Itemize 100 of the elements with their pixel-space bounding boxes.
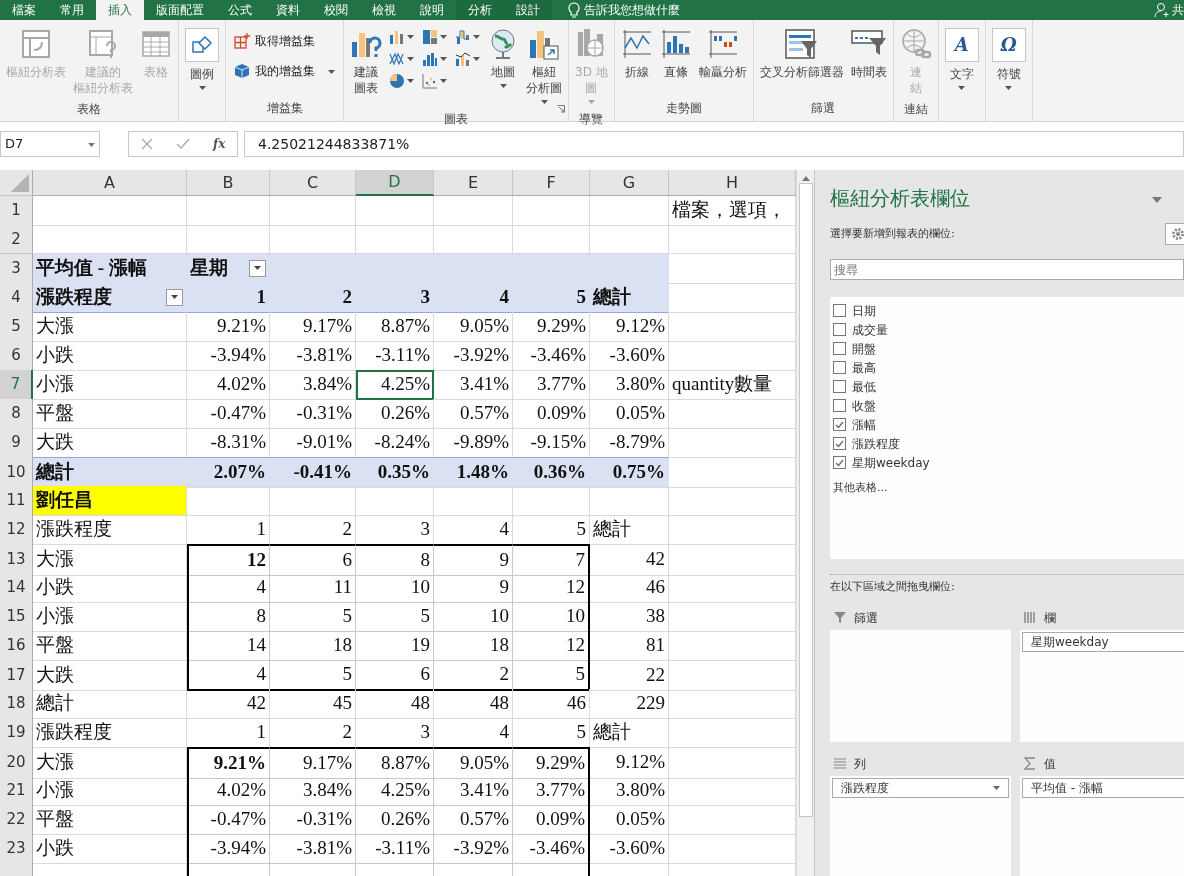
table-cell: 0.57% <box>434 805 513 835</box>
row-header[interactable]: 20 <box>0 747 33 779</box>
table-cell: -3.92% <box>434 834 513 864</box>
row-header[interactable]: 10 <box>0 457 33 488</box>
column-header[interactable]: A <box>33 170 187 196</box>
table-cell: 0.36% <box>513 457 590 488</box>
column-header[interactable]: F <box>513 170 590 196</box>
table-cell: 4.25% <box>356 370 434 400</box>
column-header[interactable]: E <box>434 170 513 196</box>
table-cell: -3.81% <box>270 341 356 371</box>
ribbon-tab[interactable]: 檔案 <box>0 0 48 20</box>
table-cell: 3.80% <box>590 776 669 806</box>
ribbon-tab[interactable]: 版面配置 <box>144 0 216 20</box>
more-tables-link[interactable]: 其他表格... <box>833 480 888 497</box>
formula-field[interactable]: 4.25021244833871% <box>244 131 1184 157</box>
area-field-button[interactable]: 平均值 - 漲幅 <box>1022 777 1184 798</box>
table-cell: 5 <box>513 515 590 545</box>
field-label[interactable]: 漲幅 <box>852 415 876 434</box>
row-header[interactable]: 4 <box>0 283 33 313</box>
field-label[interactable]: 最高 <box>852 358 876 377</box>
ribbon-button[interactable]: 直條 <box>657 26 694 82</box>
row-header[interactable]: 22 <box>0 805 33 835</box>
row-header[interactable]: 23 <box>0 834 33 864</box>
table-cell: 4 <box>434 718 513 748</box>
row-header[interactable]: 17 <box>0 660 33 691</box>
row-header[interactable]: 18 <box>0 689 33 719</box>
ribbon-button[interactable]: 時間表 <box>848 26 889 82</box>
field-label[interactable]: 漲跌程度 <box>852 434 900 453</box>
area-field-button[interactable]: 星期weekday <box>1022 631 1184 652</box>
ribbon-button[interactable]: A 文字 <box>942 26 981 94</box>
table-cell: 3.41% <box>434 370 513 400</box>
tell-me-button[interactable]: 告訴我您想做什麼 <box>562 0 686 20</box>
ribbon-button[interactable]: Ω 符號 <box>989 26 1028 94</box>
insert-function-button[interactable]: fx <box>213 135 226 153</box>
ribbon-tab[interactable]: 常用 <box>48 0 96 20</box>
column-header[interactable]: B <box>187 170 270 196</box>
add-in-button[interactable]: 取得增益集 <box>230 26 339 56</box>
table-cell: 12 <box>513 573 590 603</box>
group-label: 篩選 <box>811 101 836 115</box>
field-label[interactable]: 收盤 <box>852 396 876 415</box>
ribbon-tab[interactable]: 分析 <box>456 0 504 20</box>
table-cell: 5 <box>270 660 356 691</box>
row-header[interactable]: 13 <box>0 544 33 576</box>
area-field-button[interactable]: 漲跌程度 <box>832 777 1009 798</box>
table-cell: 8.87% <box>356 312 434 342</box>
ribbon-tab[interactable]: 檢視 <box>360 0 408 20</box>
row-header[interactable]: 8 <box>0 399 33 429</box>
field-label[interactable]: 星期weekday <box>852 453 930 472</box>
row-header[interactable]: 1 <box>0 196 33 226</box>
search-field[interactable]: 搜尋 <box>830 259 1184 280</box>
row-header[interactable]: 7 <box>0 370 33 400</box>
row-header[interactable]: 12 <box>0 515 33 545</box>
ribbon-button[interactable]: 樞紐 分析圖 <box>524 26 564 108</box>
table-cell: 0.26% <box>356 805 434 835</box>
field-label[interactable]: 成交量 <box>852 320 888 339</box>
field-label[interactable]: 日期 <box>852 301 876 320</box>
ribbon-button[interactable]: 折線 <box>618 26 655 82</box>
row-header[interactable]: 14 <box>0 573 33 603</box>
ribbon-tab[interactable]: 資料 <box>264 0 312 20</box>
row-header[interactable]: 2 <box>0 225 33 254</box>
share-label[interactable]: 共 <box>1172 1 1184 19</box>
ribbon-tab[interactable]: 公式 <box>216 0 264 20</box>
row-header[interactable]: 16 <box>0 631 33 661</box>
row-header[interactable]: 9 <box>0 428 33 458</box>
table-cell: -3.11% <box>356 341 434 371</box>
row-header[interactable]: 11 <box>0 486 33 516</box>
table-cell: 平盤 <box>33 399 187 429</box>
table-cell: 劉任昌 <box>33 486 187 516</box>
area-label: 欄 <box>1044 609 1056 627</box>
add-in-button[interactable]: 我的增益集 <box>230 56 339 86</box>
ribbon-button[interactable]: 輸贏分析 <box>696 26 749 82</box>
ribbon-tab[interactable]: 說明 <box>408 0 456 20</box>
ribbon-button[interactable]: 建議 圖表 <box>348 26 384 98</box>
field-label[interactable]: 開盤 <box>852 339 876 358</box>
row-header[interactable]: 15 <box>0 602 33 632</box>
ribbon-tab[interactable]: 校閱 <box>312 0 360 20</box>
table-cell: 3.84% <box>270 370 356 400</box>
ribbon-tab[interactable]: 設計 <box>504 0 552 20</box>
row-header[interactable]: 3 <box>0 254 33 284</box>
ribbon-button[interactable]: 地圖 <box>485 26 521 92</box>
row-header[interactable]: 6 <box>0 341 33 371</box>
field-label[interactable]: 最低 <box>852 377 876 396</box>
table-cell: 總計 <box>33 689 187 719</box>
table-cell: 18 <box>434 631 513 661</box>
column-header[interactable]: D <box>356 170 434 196</box>
group-label: 增益集 <box>266 101 303 115</box>
name-box-value[interactable]: D7 <box>5 134 24 154</box>
ribbon-tab[interactable]: 插入 <box>96 0 144 20</box>
row-header[interactable]: 21 <box>0 776 33 806</box>
column-header[interactable]: G <box>590 170 669 196</box>
table-cell: 6 <box>356 660 434 691</box>
ribbon-button[interactable]: 圖例 <box>183 26 221 94</box>
table-cell: 9 <box>434 573 513 603</box>
row-header[interactable]: 19 <box>0 718 33 748</box>
table-cell: 8 <box>356 544 434 576</box>
table-cell: -0.31% <box>270 399 356 429</box>
table-cell: 總計 <box>590 718 669 748</box>
table-cell: 總計 <box>590 515 669 545</box>
ribbon-button[interactable]: 交叉分析篩選器 <box>757 26 846 82</box>
row-header[interactable]: 5 <box>0 312 33 342</box>
